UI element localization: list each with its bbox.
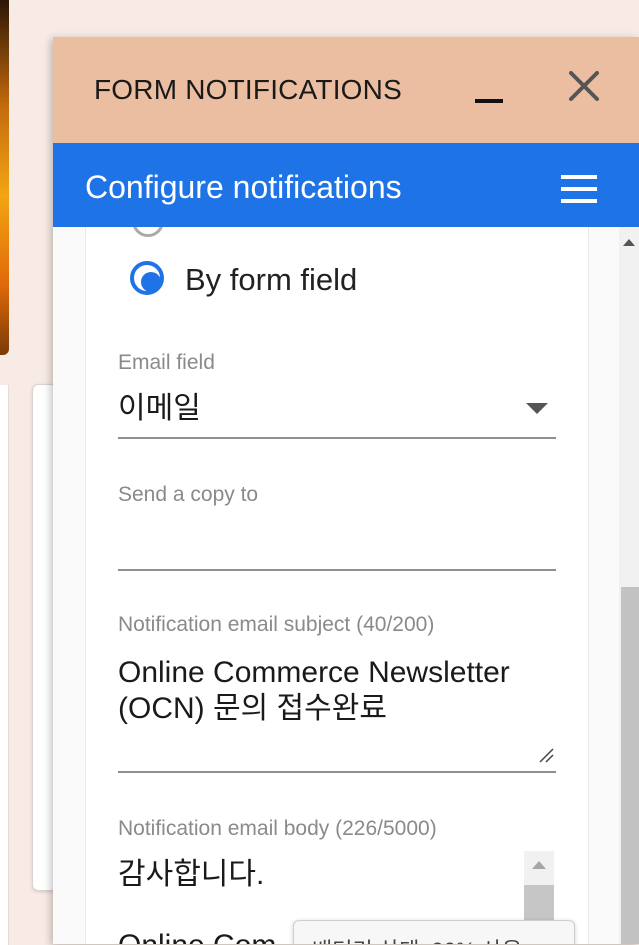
close-button[interactable] (565, 67, 605, 107)
configure-header: Configure notifications (53, 143, 639, 227)
body-textarea[interactable]: 감사합니다. (118, 857, 264, 893)
hamburger-menu-icon (561, 175, 597, 179)
close-icon (569, 71, 599, 101)
subject-textarea[interactable]: Online Commerce Newsletter (OCN) 문의 접수완료 (118, 655, 558, 727)
radio-label-by-form-field: By form field (185, 262, 358, 297)
body-label: Notification email body (226/5000) (118, 817, 437, 840)
body-textarea-line2: Online Com (118, 929, 276, 944)
background-image-strip (0, 0, 9, 355)
subject-underline (118, 771, 556, 773)
email-field-select[interactable]: 이메일 (118, 383, 201, 427)
radio-option-unselected[interactable] (132, 227, 164, 237)
scroll-up-icon[interactable] (532, 861, 546, 869)
background-card-left (0, 385, 9, 945)
send-copy-input[interactable] (118, 569, 556, 571)
menu-button[interactable] (557, 171, 601, 207)
panel-titlebar: FORM NOTIFICATIONS (53, 37, 639, 143)
hamburger-line (561, 187, 597, 191)
send-copy-label: Send a copy to (118, 483, 259, 506)
scroll-up-icon[interactable] (623, 239, 635, 246)
settings-content: By form field Email field 이메일 Send a cop… (53, 227, 639, 944)
email-field-label: Email field (118, 351, 215, 374)
hamburger-line (561, 199, 597, 203)
panel-scrollbar[interactable] (619, 227, 639, 944)
chevron-down-icon[interactable] (526, 403, 548, 414)
radio-selected-icon (130, 261, 164, 295)
email-field-underline (118, 437, 556, 439)
subject-label: Notification email subject (40/200) (118, 613, 435, 636)
panel-scrollbar-thumb[interactable] (621, 587, 639, 944)
battery-tooltip: 배터리 상태: 90% 사용 (293, 920, 575, 944)
minimize-icon (475, 99, 503, 103)
minimize-button[interactable] (471, 77, 511, 117)
resize-grip-icon[interactable] (538, 747, 554, 763)
form-notifications-panel: FORM NOTIFICATIONS Configure notificatio… (53, 37, 639, 944)
configure-title: Configure notifications (85, 169, 402, 205)
panel-title: FORM NOTIFICATIONS (94, 74, 402, 105)
settings-card: By form field Email field 이메일 Send a cop… (85, 227, 589, 944)
radio-dot (141, 272, 161, 292)
